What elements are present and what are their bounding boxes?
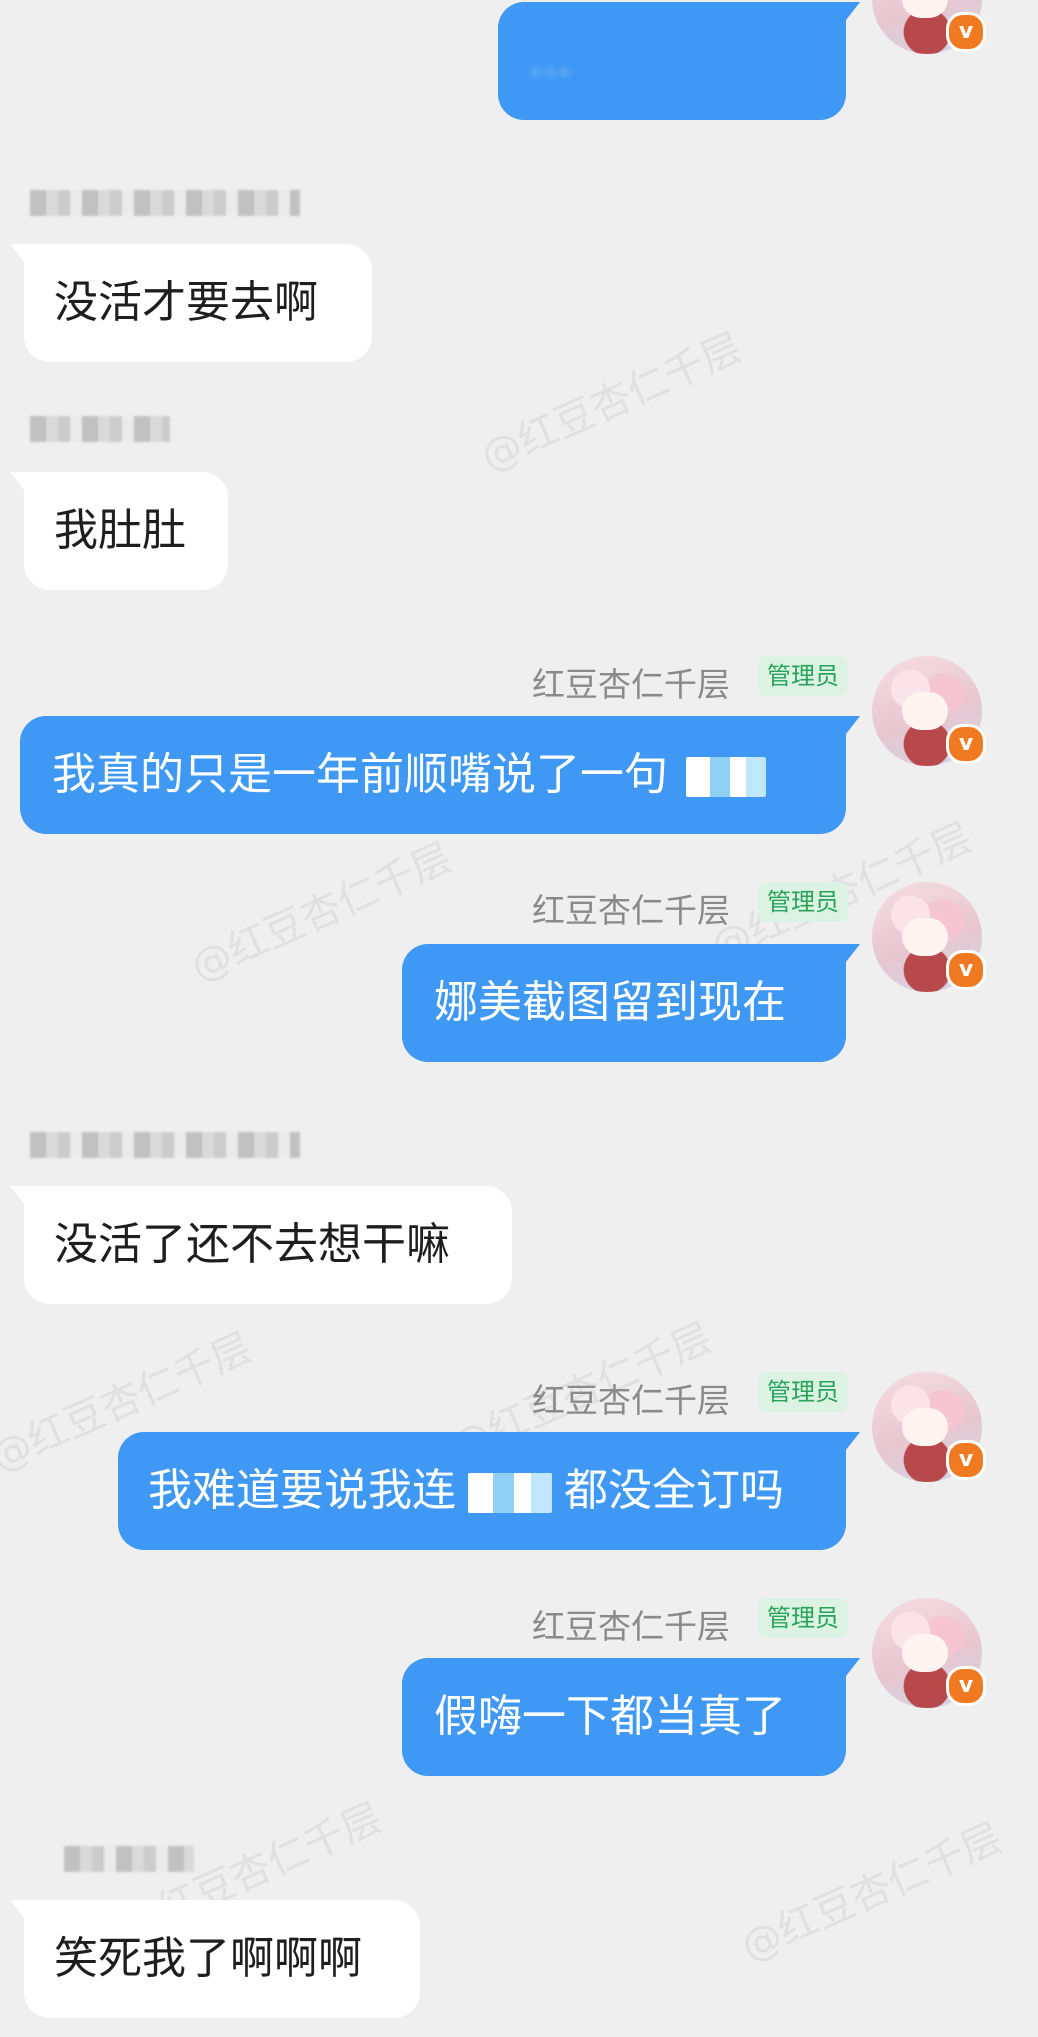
message-text: 假嗨一下都当真了 bbox=[434, 1691, 786, 1742]
sender-name-blurred bbox=[64, 1846, 194, 1872]
message-bubble-mine[interactable]: 娜美截图留到现在 bbox=[402, 944, 860, 1062]
message-bubble-mine[interactable]: 假嗨一下都当真了 bbox=[402, 1658, 860, 1776]
avatar-face bbox=[902, 0, 948, 18]
admin-badge: 管理员 bbox=[758, 1598, 848, 1638]
avatar[interactable]: v bbox=[872, 1598, 986, 1708]
message-bubble-other[interactable]: 没活才要去啊 bbox=[10, 244, 372, 362]
chat-view: @红豆杏仁千层 @红豆杏仁千层 @红豆杏仁千层 @红豆杏仁千层 @红豆杏仁千层 … bbox=[0, 0, 1038, 2037]
admin-badge: 管理员 bbox=[758, 1372, 848, 1412]
message-bubble-other[interactable]: 笑死我了啊啊啊 bbox=[10, 1900, 420, 2018]
verified-v-icon: v bbox=[946, 1440, 986, 1480]
admin-badge: 管理员 bbox=[758, 882, 848, 922]
avatar[interactable]: v bbox=[872, 882, 986, 992]
censored-image bbox=[686, 757, 766, 797]
sender-name-blurred bbox=[30, 416, 170, 442]
message-text: … bbox=[528, 35, 572, 86]
message-bubble-other[interactable]: 我肚肚 bbox=[10, 472, 228, 590]
message-bubble-other[interactable]: 没活了还不去想干嘛 bbox=[10, 1186, 512, 1304]
message-text: 我真的只是一年前顺嘴说了一句 bbox=[52, 753, 766, 797]
avatar[interactable]: v bbox=[872, 656, 986, 766]
sender-name: 红豆杏仁千层 bbox=[532, 891, 730, 930]
message-bubble-mine[interactable]: … bbox=[498, 2, 860, 120]
message-text: 我肚肚 bbox=[54, 505, 186, 556]
sender-name: 红豆杏仁千层 bbox=[532, 1381, 730, 1420]
admin-badge: 管理员 bbox=[758, 656, 848, 696]
avatar-face bbox=[902, 692, 948, 730]
message-text: 没活才要去啊 bbox=[54, 277, 318, 328]
message-text: 笑死我了啊啊啊 bbox=[54, 1933, 362, 1984]
censored-image bbox=[468, 1473, 552, 1513]
avatar-face bbox=[902, 918, 948, 956]
message-text: 娜美截图留到现在 bbox=[434, 977, 786, 1028]
verified-v-icon: v bbox=[946, 950, 986, 990]
watermark: @红豆杏仁千层 bbox=[474, 324, 749, 481]
message-bubble-mine[interactable]: 我难道要说我连 都没全订吗 bbox=[118, 1432, 860, 1550]
message-text: 没活了还不去想干嘛 bbox=[54, 1219, 450, 1270]
message-bubble-mine[interactable]: 我真的只是一年前顺嘴说了一句 bbox=[20, 716, 860, 834]
message-text: 我难道要说我连 都没全订吗 bbox=[148, 1465, 784, 1516]
watermark: @红豆杏仁千层 bbox=[734, 1814, 1009, 1971]
avatar[interactable]: v bbox=[872, 1372, 986, 1482]
verified-v-icon: v bbox=[946, 724, 986, 764]
sender-name: 红豆杏仁千层 bbox=[532, 665, 730, 704]
avatar-face bbox=[902, 1408, 948, 1446]
avatar-face bbox=[902, 1634, 948, 1672]
verified-v-icon: v bbox=[946, 1666, 986, 1706]
avatar[interactable]: v bbox=[872, 0, 986, 54]
sender-name-blurred bbox=[30, 190, 300, 216]
sender-name-blurred bbox=[30, 1132, 300, 1158]
sender-name: 红豆杏仁千层 bbox=[532, 1607, 730, 1646]
verified-v-icon: v bbox=[946, 12, 986, 52]
